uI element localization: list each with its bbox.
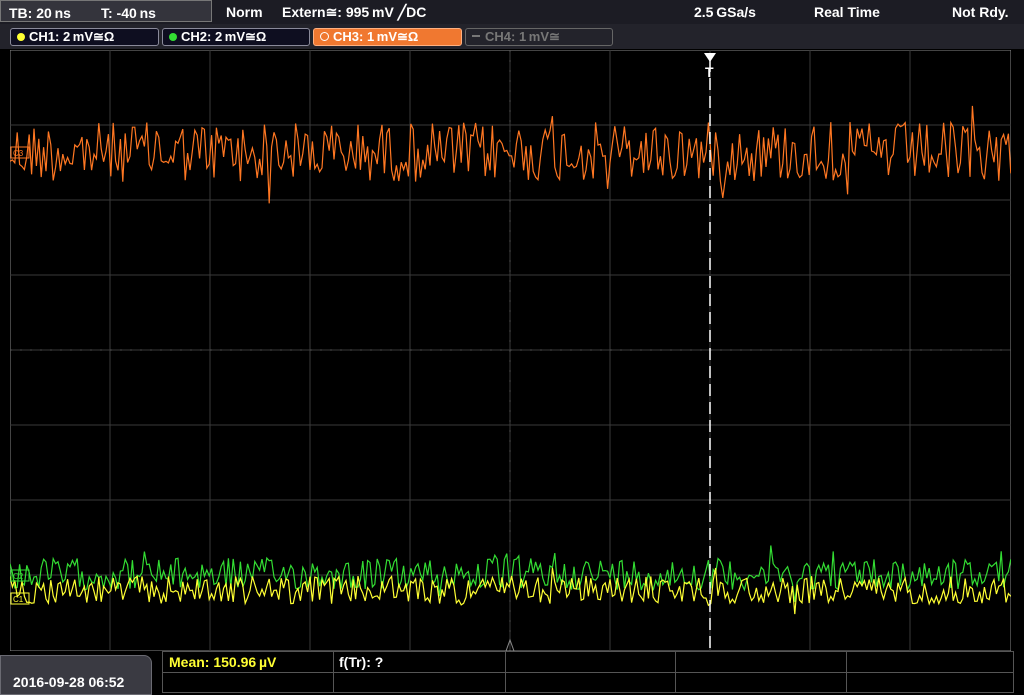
divider [675, 652, 676, 692]
ch1-label: CH1: 2 mV≅Ω [29, 29, 115, 44]
ch3-label: CH3: 1 mV≅Ω [333, 29, 419, 44]
channel-4-button[interactable]: CH4: 1 mV≅ [465, 28, 613, 46]
measurement-row [163, 652, 1013, 673]
trigger-marker: T [705, 64, 714, 80]
ch2-marker-text: C2 [13, 572, 24, 581]
ch4-indicator-icon [472, 35, 480, 37]
frequency-measurement: f(Tr): ? [339, 654, 384, 670]
channel-2-button[interactable]: CH2: 2 mV≅Ω [162, 28, 310, 46]
timebase-value: TB: 20 ns [9, 5, 71, 21]
datetime: 2016-09-28 06:52 [13, 674, 125, 690]
channel-bar: CH1: 2 mV≅Ω CH2: 2 mV≅Ω CH3: 1 mV≅Ω CH4:… [0, 24, 1024, 49]
ch2-indicator-icon [169, 33, 177, 41]
ch3-marker-text: C3 [13, 149, 24, 158]
channel-1-button[interactable]: CH1: 2 mV≅Ω [10, 28, 159, 46]
divider [846, 652, 847, 692]
measurement-panel[interactable]: Mean: 150.96 µV f(Tr): ? [162, 651, 1014, 693]
waveform-svg: T C3 C2 C1 [9, 49, 1012, 652]
ch3-indicator-icon [320, 32, 329, 41]
acquisition-mode: Real Time [814, 4, 880, 20]
ch1-marker-text: C1 [13, 595, 24, 604]
divider [333, 652, 334, 692]
channel-3-button[interactable]: CH3: 1 mV≅Ω [313, 28, 462, 46]
divider [505, 652, 506, 692]
trigger-mode[interactable]: Norm [226, 4, 263, 20]
trigger-source[interactable]: Extern≅: 995 mV ╱DC [282, 4, 426, 21]
ch4-label: CH4: 1 mV≅ [485, 29, 560, 44]
timebase-panel[interactable]: TB: 20 ns T: -40 ns [0, 0, 212, 22]
trigger-time-value: T: -40 ns [101, 5, 156, 21]
sample-rate: 2.5 GSa/s [694, 4, 756, 20]
ch2-label: CH2: 2 mV≅Ω [181, 29, 267, 44]
mean-measurement: Mean: 150.96 µV [169, 654, 277, 670]
waveform-display[interactable]: T C3 C2 C1 [9, 49, 1012, 652]
datetime-panel: 2016-09-28 06:52 [0, 655, 152, 695]
run-status: Not Rdy. [952, 4, 1009, 20]
ch1-indicator-icon [17, 33, 25, 41]
status-bar: TB: 20 ns T: -40 ns Norm Extern≅: 995 mV… [0, 0, 1024, 24]
